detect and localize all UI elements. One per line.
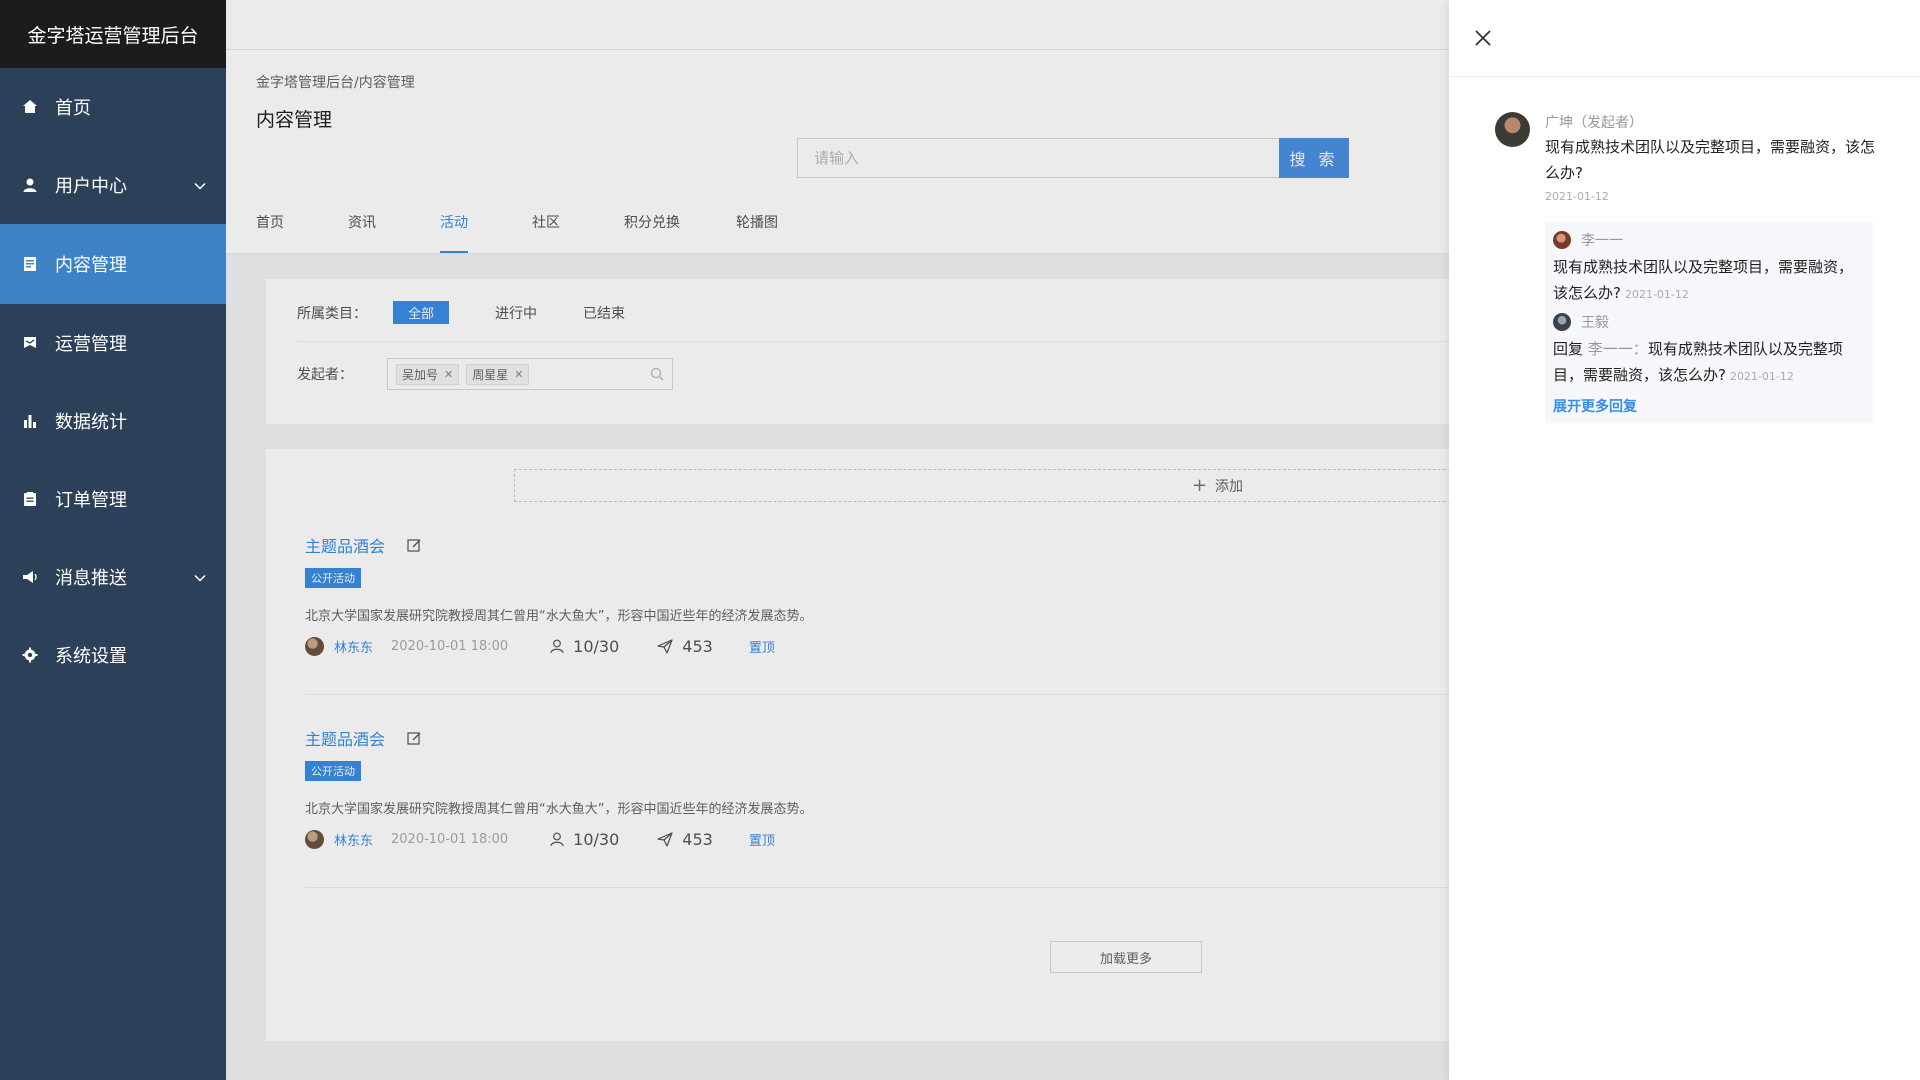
clipboard-icon <box>22 491 38 507</box>
sidebar-item-push[interactable]: 消息推送 <box>0 538 226 616</box>
document-icon <box>22 256 38 272</box>
reply-header: 王毅 <box>1553 312 1865 332</box>
comment-drawer: 广坤（发起者） 现有成熟技术团队以及完整项目，需要融资，该怎么办? 2021-0… <box>1449 0 1920 1080</box>
chevron-down-icon <box>194 567 206 588</box>
reply-text-block: 回复 李一一：现有成熟技术团队以及完整项目，需要融资，该怎么办? 2021-01-… <box>1553 336 1865 390</box>
sidebar-item-home[interactable]: 首页 <box>0 68 226 146</box>
reply-text: 现有成熟技术团队以及完整项目，需要融资，该怎么办? <box>1553 258 1854 302</box>
gear-icon <box>22 647 38 663</box>
sidebar-item-label: 消息推送 <box>55 568 127 589</box>
close-icon[interactable] <box>1473 28 1493 48</box>
sidebar-item-content[interactable]: 内容管理 <box>0 224 226 304</box>
sidebar: 金字塔运营管理后台 首页 用户中心 内容管理 运营管理 数据统计 订单管理 消息… <box>0 0 226 1080</box>
sidebar-item-label: 首页 <box>55 98 91 119</box>
sidebar-item-label: 内容管理 <box>55 255 127 276</box>
comment-author: 广坤（发起者） <box>1545 115 1643 131</box>
sidebar-item-operations[interactable]: 运营管理 <box>0 304 226 382</box>
reply-to-user[interactable]: 李一一： <box>1588 340 1648 358</box>
sidebar-item-user-center[interactable]: 用户中心 <box>0 146 226 224</box>
reply-date: 2021-01-12 <box>1729 370 1794 383</box>
chevron-down-icon <box>194 175 206 196</box>
reply-list: 李一一 现有成熟技术团队以及完整项目，需要融资，该怎么办? 2021-01-12 … <box>1545 222 1873 423</box>
sidebar-item-label: 用户中心 <box>55 176 127 197</box>
comment-body: 广坤（发起者） 现有成熟技术团队以及完整项目，需要融资，该怎么办? 2021-0… <box>1545 112 1875 203</box>
sidebar-item-settings[interactable]: 系统设置 <box>0 616 226 694</box>
comment-text: 现有成熟技术团队以及完整项目，需要融资，该怎么办? <box>1545 138 1876 182</box>
sidebar-item-orders[interactable]: 订单管理 <box>0 460 226 538</box>
drawer-header <box>1449 0 1920 77</box>
reply-author: 李一一 <box>1581 233 1623 249</box>
flag-icon <box>22 335 38 351</box>
home-icon <box>22 99 38 115</box>
reply-date: 2021-01-12 <box>1624 288 1689 301</box>
reply-prefix: 回复 <box>1553 340 1584 358</box>
sidebar-item-label: 运营管理 <box>55 334 127 355</box>
comment-date: 2021-01-12 <box>1545 190 1609 203</box>
sidebar-item-statistics[interactable]: 数据统计 <box>0 382 226 460</box>
reply-header: 李一一 <box>1553 230 1865 250</box>
sidebar-item-label: 订单管理 <box>55 490 127 511</box>
reply-text-block: 现有成熟技术团队以及完整项目，需要融资，该怎么办? 2021-01-12 <box>1553 254 1865 308</box>
reply-author: 王毅 <box>1581 315 1609 331</box>
megaphone-icon <box>22 569 38 585</box>
sidebar-item-label: 系统设置 <box>55 646 127 667</box>
sidebar-item-label: 数据统计 <box>55 412 127 433</box>
avatar <box>1553 313 1571 331</box>
bar-chart-icon <box>22 413 38 429</box>
avatar <box>1553 231 1571 249</box>
user-icon <box>22 177 38 193</box>
avatar <box>1495 112 1530 147</box>
expand-replies-link[interactable]: 展开更多回复 <box>1553 396 1865 416</box>
app-logo: 金字塔运营管理后台 <box>0 0 226 68</box>
